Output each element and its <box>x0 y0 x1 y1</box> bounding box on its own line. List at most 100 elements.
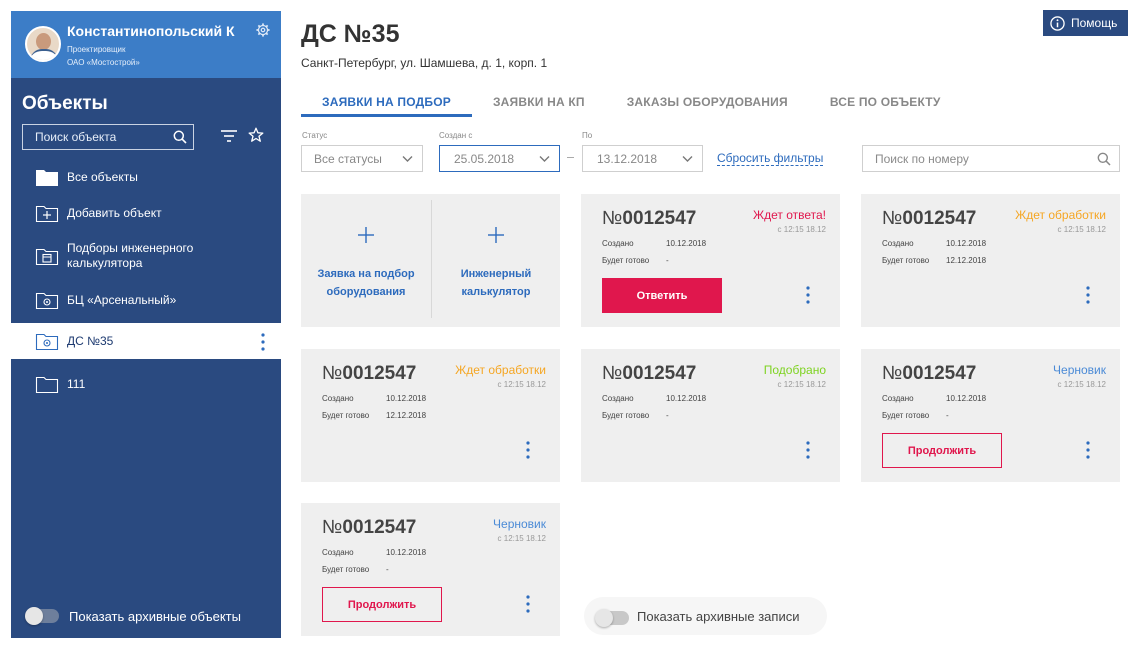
user-name: Константинопольский К <box>67 23 235 39</box>
sidebar-item-add-object[interactable]: Добавить объект <box>11 201 281 225</box>
object-search-input[interactable] <box>23 125 193 149</box>
ready-value: - <box>386 565 389 574</box>
status-time: с 12:15 18.12 <box>1057 225 1106 234</box>
request-card[interactable]: №0012547 Ждет обработки с 12:15 18.12 Со… <box>301 349 560 482</box>
sidebar-item-ds35[interactable]: ДС №35 <box>11 323 281 359</box>
request-card[interactable]: №0012547 Ждет ответа! с 12:15 18.12 Созд… <box>581 194 840 327</box>
more-vertical-icon[interactable] <box>526 595 530 613</box>
request-card[interactable]: №0012547 Ждет обработки с 12:15 18.12 Со… <box>861 194 1120 327</box>
reset-filters-link[interactable]: Сбросить фильтры <box>717 151 824 166</box>
folder-icon <box>36 170 58 186</box>
status-time: с 12:15 18.12 <box>497 380 546 389</box>
more-vertical-icon[interactable] <box>1086 441 1090 459</box>
status-badge: Подобрано <box>763 363 826 377</box>
more-vertical-icon[interactable] <box>1086 286 1090 304</box>
gear-icon[interactable] <box>256 23 270 37</box>
sidebar-item-arsenalny[interactable]: БЦ «Арсенальный» <box>11 288 281 312</box>
created-value: 10.12.2018 <box>946 394 987 403</box>
object-search-field[interactable] <box>22 124 194 150</box>
number-prefix: № <box>602 208 623 229</box>
number-prefix: № <box>882 208 903 229</box>
ready-value: 12.12.2018 <box>946 256 987 265</box>
created-value: 10.12.2018 <box>666 239 707 248</box>
sidebar: Константинопольский К Проектировщик ОАО … <box>11 11 281 638</box>
folder-calculator-icon <box>35 248 59 266</box>
user-org: ОАО «Мостострой» <box>67 58 140 67</box>
created-value: 10.12.2018 <box>386 548 427 557</box>
created-value: 10.12.2018 <box>666 394 707 403</box>
number-search-input[interactable] <box>863 146 1119 171</box>
ready-label: Будет готово <box>882 256 930 265</box>
number-value: 0012547 <box>622 363 697 384</box>
request-card[interactable]: №0012547 Черновик с 12:15 18.12 Создано … <box>861 349 1120 482</box>
help-label: Помощь <box>1071 16 1118 30</box>
status-badge: Ждет обработки <box>455 363 546 377</box>
ready-label: Будет готово <box>602 411 650 420</box>
continue-button[interactable]: Продолжить <box>322 587 442 622</box>
sidebar-item-all-objects[interactable]: Все объекты <box>11 165 281 189</box>
request-number: №0012547 <box>602 363 696 385</box>
created-label: Создано <box>602 394 634 403</box>
request-number: №0012547 <box>322 517 416 539</box>
ready-value: - <box>946 411 949 420</box>
avatar[interactable] <box>25 26 61 62</box>
sidebar-item-label: ДС №35 <box>67 334 114 348</box>
more-vertical-icon[interactable] <box>806 441 810 459</box>
created-from-select[interactable]: 25.05.2018 <box>439 145 560 172</box>
request-card[interactable]: №0012547 Подобрано с 12:15 18.12 Создано… <box>581 349 840 482</box>
number-value: 0012547 <box>622 208 697 229</box>
tab-kp-requests[interactable]: ЗАЯВКИ НА КП <box>472 89 606 117</box>
new-selection-request-button[interactable]: Заявка на подбор оборудования <box>301 194 431 327</box>
sidebar-item-label: БЦ «Арсенальный» <box>67 293 177 307</box>
sidebar-item-label: Подборы инженерного калькулятора <box>67 241 194 270</box>
page-title: ДС №35 <box>301 20 400 48</box>
ready-label: Будет готово <box>882 411 930 420</box>
request-number: №0012547 <box>602 208 696 230</box>
archive-records-label: Показать архивные записи <box>637 609 800 624</box>
page-address: Санкт-Петербург, ул. Шамшева, д. 1, корп… <box>301 56 548 70</box>
tab-all-for-object[interactable]: ВСЕ ПО ОБЪЕКТУ <box>809 89 962 117</box>
sidebar-item-calculator-selections[interactable]: Подборы инженерного калькулятора <box>11 240 281 272</box>
sidebar-item-label: Все объекты <box>67 170 138 184</box>
more-vertical-icon[interactable] <box>526 441 530 459</box>
request-card[interactable]: №0012547 Черновик с 12:15 18.12 Создано … <box>301 503 560 636</box>
help-button[interactable]: Помощь <box>1043 10 1128 36</box>
search-icon[interactable] <box>1097 152 1111 166</box>
status-time: с 12:15 18.12 <box>777 225 826 234</box>
status-select[interactable]: Все статусы <box>301 145 423 172</box>
sidebar-item-111[interactable]: 111 <box>11 372 281 396</box>
created-value: 10.12.2018 <box>386 394 427 403</box>
tab-bar: ЗАЯВКИ НА ПОДБОР ЗАЯВКИ НА КП ЗАКАЗЫ ОБО… <box>301 89 962 117</box>
filter-icon[interactable] <box>221 129 237 143</box>
tab-selection-requests[interactable]: ЗАЯВКИ НА ПОДБОР <box>301 89 472 117</box>
tab-equipment-orders[interactable]: ЗАКАЗЫ ОБОРУДОВАНИЯ <box>606 89 809 117</box>
status-time: с 12:15 18.12 <box>777 380 826 389</box>
plus-icon <box>488 227 504 243</box>
continue-button[interactable]: Продолжить <box>882 433 1002 468</box>
folder-gear-icon <box>35 292 59 310</box>
archive-objects-toggle[interactable] <box>25 607 59 625</box>
number-search-field[interactable] <box>862 145 1120 172</box>
created-label: Создано <box>882 394 914 403</box>
status-badge: Черновик <box>1053 363 1106 377</box>
search-icon[interactable] <box>173 130 187 144</box>
status-badge: Ждет обработки <box>1015 208 1106 222</box>
number-value: 0012547 <box>342 363 417 384</box>
created-label: Создано <box>882 239 914 248</box>
more-vertical-icon[interactable] <box>261 333 265 351</box>
reply-button[interactable]: Ответить <box>602 278 722 313</box>
folder-add-icon <box>35 205 59 223</box>
engineering-calculator-button[interactable]: Инженерный калькулятор <box>431 194 561 327</box>
user-role: Проектировщик <box>67 45 126 54</box>
status-filter-label: Статус <box>302 131 328 140</box>
ready-value: 12.12.2018 <box>386 411 427 420</box>
star-icon[interactable] <box>248 127 264 143</box>
archive-records-toggle[interactable] <box>595 609 629 627</box>
chevron-down-icon <box>682 156 693 162</box>
status-time: с 12:15 18.12 <box>497 534 546 543</box>
new-selection-request-label: Заявка на подбор оборудования <box>317 268 415 298</box>
request-number: №0012547 <box>882 363 976 385</box>
more-vertical-icon[interactable] <box>806 286 810 304</box>
created-to-select[interactable]: 13.12.2018 <box>582 145 703 172</box>
ready-label: Будет готово <box>602 256 650 265</box>
